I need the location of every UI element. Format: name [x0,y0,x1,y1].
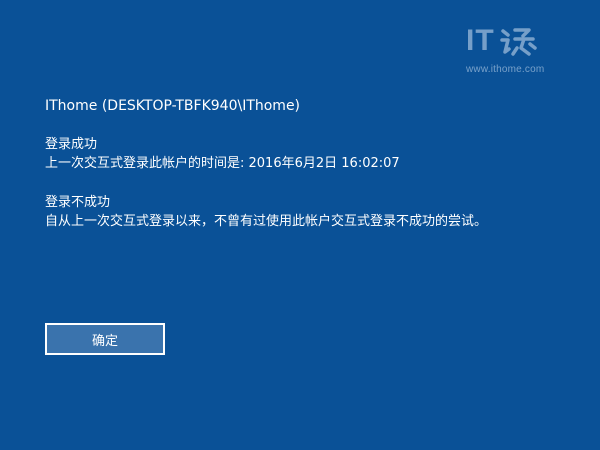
ok-button[interactable]: 确定 [45,323,165,355]
ithome-watermark: IT www.ithome.com [466,26,566,78]
last-logon-time: 上一次交互式登录此帐户的时间是: 2016年6月2日 16:02:07 [45,156,400,171]
logo-text: IT [466,24,495,57]
failed-logon-detail: 自从上一次交互式登录以来，不曾有过使用此帐户交互式登录不成功的尝试。 [45,214,488,229]
logon-info-screen: IT www.ithome.com IThome (DESKTOP-TBFK94… [0,0,600,450]
ithome-logo: IT [466,26,566,60]
ithome-logo-glyph-icon [499,28,537,56]
account-name: IThome (DESKTOP-TBFK940\IThome) [45,98,301,114]
logon-failure-section: 登录不成功 自从上一次交互式登录以来，不曾有过使用此帐户交互式登录不成功的尝试。 [45,193,487,231]
watermark-url: www.ithome.com [466,64,545,75]
logon-success-title: 登录成功 [45,137,98,152]
logon-failure-title: 登录不成功 [45,195,111,210]
logon-success-section: 登录成功 上一次交互式登录此帐户的时间是: 2016年6月2日 16:02:07 [45,135,400,173]
